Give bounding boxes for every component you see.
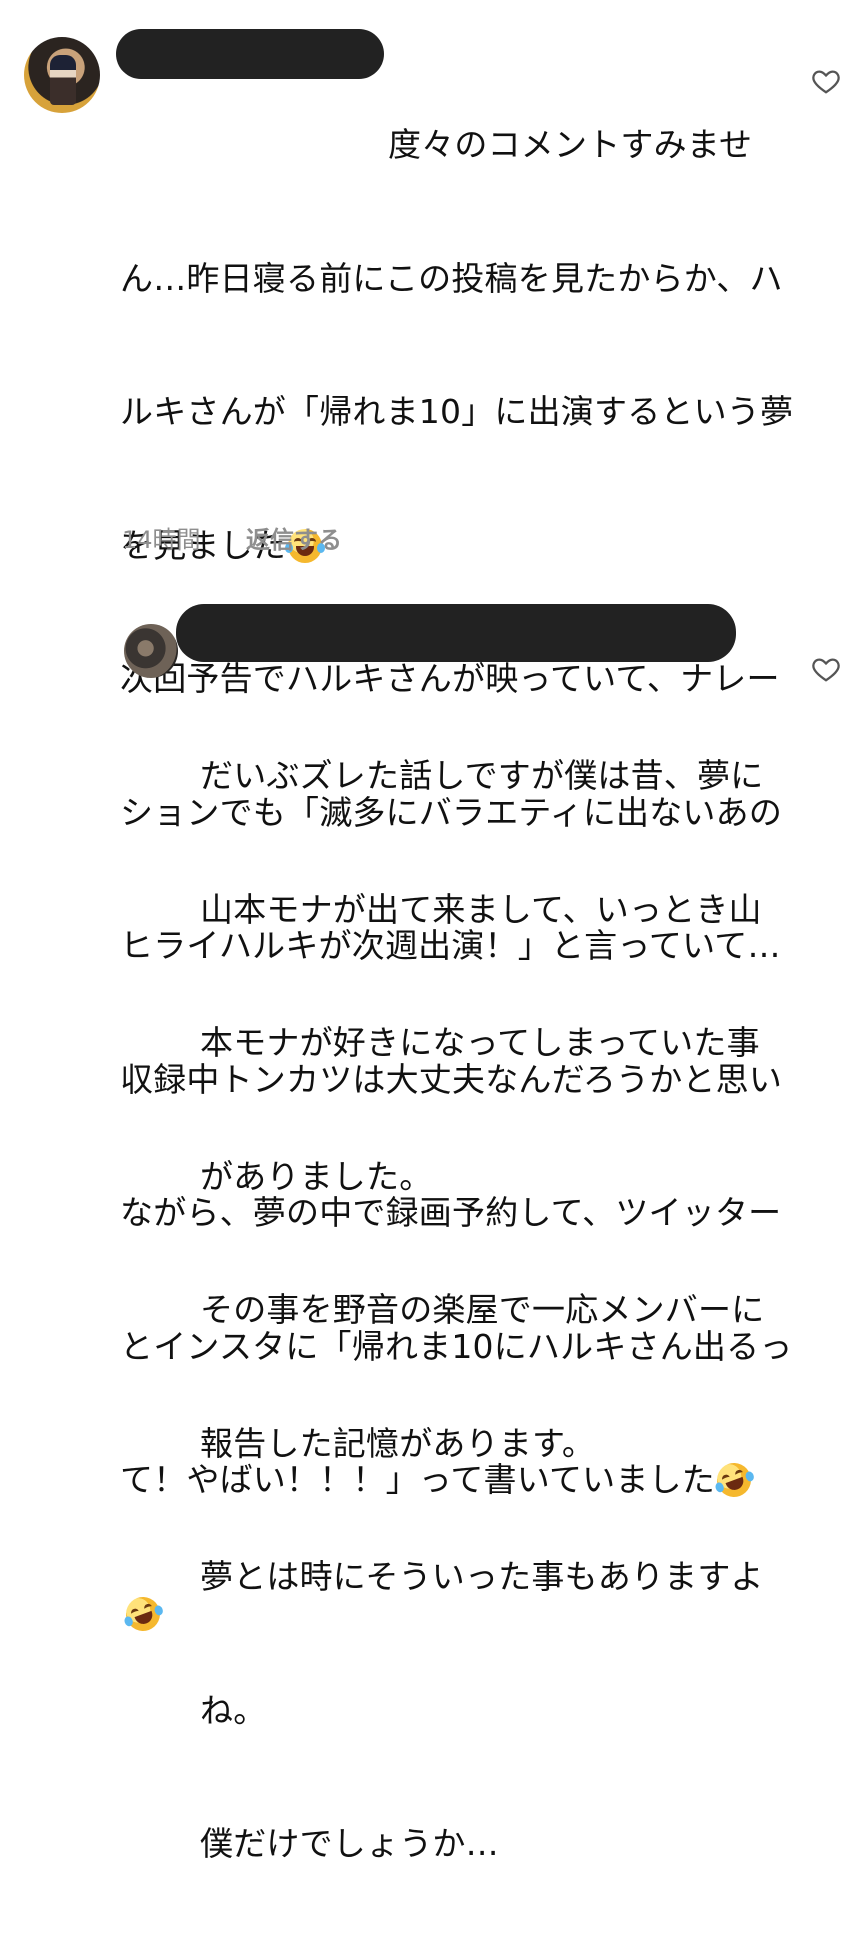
comment-line: 僕だけでしょうか… [200, 1824, 499, 1863]
redacted-username [176, 604, 736, 662]
comment-line: その事を野音の楽屋で一応メンバーに [200, 1290, 765, 1329]
heart-outline-icon[interactable] [811, 66, 841, 96]
comment-timestamp: 14時間 [122, 526, 201, 554]
comment-line: 本モナが好きになってしまっていた事 [200, 1023, 760, 1062]
comment-line: 度々のコメントすみませ [388, 125, 753, 164]
comment-line: 夢とは時にそういった事もありますよ [200, 1557, 764, 1596]
commenter-avatar[interactable] [24, 37, 100, 113]
comment-line: だいぶズレた話しですが僕は昔、夢に [200, 756, 764, 795]
rolling-on-the-floor-laughing-icon [121, 1591, 165, 1636]
commenter-avatar[interactable] [124, 624, 178, 678]
comment-line: ルキさんが「帰れま10」に出演するという夢 [120, 392, 794, 431]
comment-line: ね。 [200, 1690, 267, 1730]
comment-line: ん…昨日寝る前にこの投稿を見たからか、ハ [120, 258, 783, 298]
comment-body: だいぶズレた話しですが僕は昔、夢に 山本モナが出て来まして、いっとき山 本モナが… [200, 665, 764, 1956]
heart-outline-icon[interactable] [811, 654, 841, 684]
comment-line: がありました。 [200, 1156, 433, 1196]
comment-line-with-emoji: を見ました [120, 524, 793, 569]
reply-button[interactable]: 返信する [246, 520, 342, 555]
comment-line: 報告した記憶があります。 [200, 1423, 596, 1463]
comment-line: 山本モナが出て来まして、いっとき山 [200, 889, 762, 929]
